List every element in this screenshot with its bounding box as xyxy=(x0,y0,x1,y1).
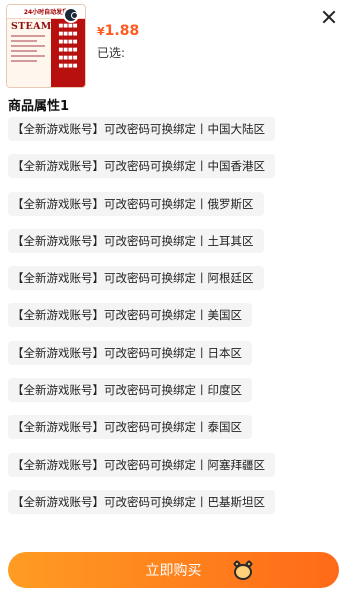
price: ¥1.88 xyxy=(97,20,139,39)
price-value: 1.88 xyxy=(104,23,140,39)
buy-now-label: 立即购买 xyxy=(145,563,202,579)
selected-label: 已选: xyxy=(97,46,126,60)
attribute-option[interactable]: 【全新游戏账号】可改密码可换绑定丨中国大陆区 xyxy=(8,117,275,141)
price-currency: ¥ xyxy=(97,25,105,38)
product-thumbnail: 24小时自动发货 STEAM ■■■■ ■■■■ ■■■■ ■■■■ ■■■■ ■■■■ xyxy=(6,4,86,88)
attribute-option[interactable]: 【全新游戏账号】可改密码可换绑定丨泰国区 xyxy=(8,415,252,440)
attribute-option[interactable]: 【全新游戏账号】可改密码可换绑定丨土耳其区 xyxy=(8,228,264,253)
attribute-option[interactable]: 【全新游戏账号】可改密码可换绑定丨阿塞拜疆区 xyxy=(8,452,275,477)
attribute-section-title: 商品属性1 xyxy=(8,99,70,114)
thumbnail-feature-panel: ■■■■ ■■■■ ■■■■ ■■■■ ■■■■ ■■■■ xyxy=(51,19,85,87)
close-icon[interactable] xyxy=(322,10,336,24)
mascot-watermark-icon xyxy=(232,559,254,583)
attribute-options-list: 【全新游戏账号】可改密码可换绑定丨中国大陆区 【全新游戏账号】可改密码可换绑定丨… xyxy=(8,117,308,527)
attribute-option[interactable]: 【全新游戏账号】可改密码可换绑定丨阿根廷区 xyxy=(8,266,264,291)
attribute-option[interactable]: 【全新游戏账号】可改密码可换绑定丨中国香港区 xyxy=(8,154,275,179)
attribute-option[interactable]: 【全新游戏账号】可改密码可换绑定丨美国区 xyxy=(8,303,252,328)
thumbnail-feature-lines xyxy=(11,35,49,62)
steam-logo-icon xyxy=(63,7,79,23)
attribute-option[interactable]: 【全新游戏账号】可改密码可换绑定丨日本区 xyxy=(8,340,252,365)
attribute-option[interactable]: 【全新游戏账号】可改密码可换绑定丨印度区 xyxy=(8,378,252,403)
attribute-option[interactable]: 【全新游戏账号】可改密码可换绑定丨俄罗斯区 xyxy=(8,191,264,216)
buy-now-button[interactable]: 立即购买 xyxy=(8,552,339,588)
thumbnail-brand: STEAM xyxy=(11,21,52,32)
thumbnail-banner-text: 24小时自动发货 xyxy=(23,9,69,16)
attribute-option[interactable]: 【全新游戏账号】可改密码可换绑定丨巴基斯坦区 xyxy=(8,489,275,514)
